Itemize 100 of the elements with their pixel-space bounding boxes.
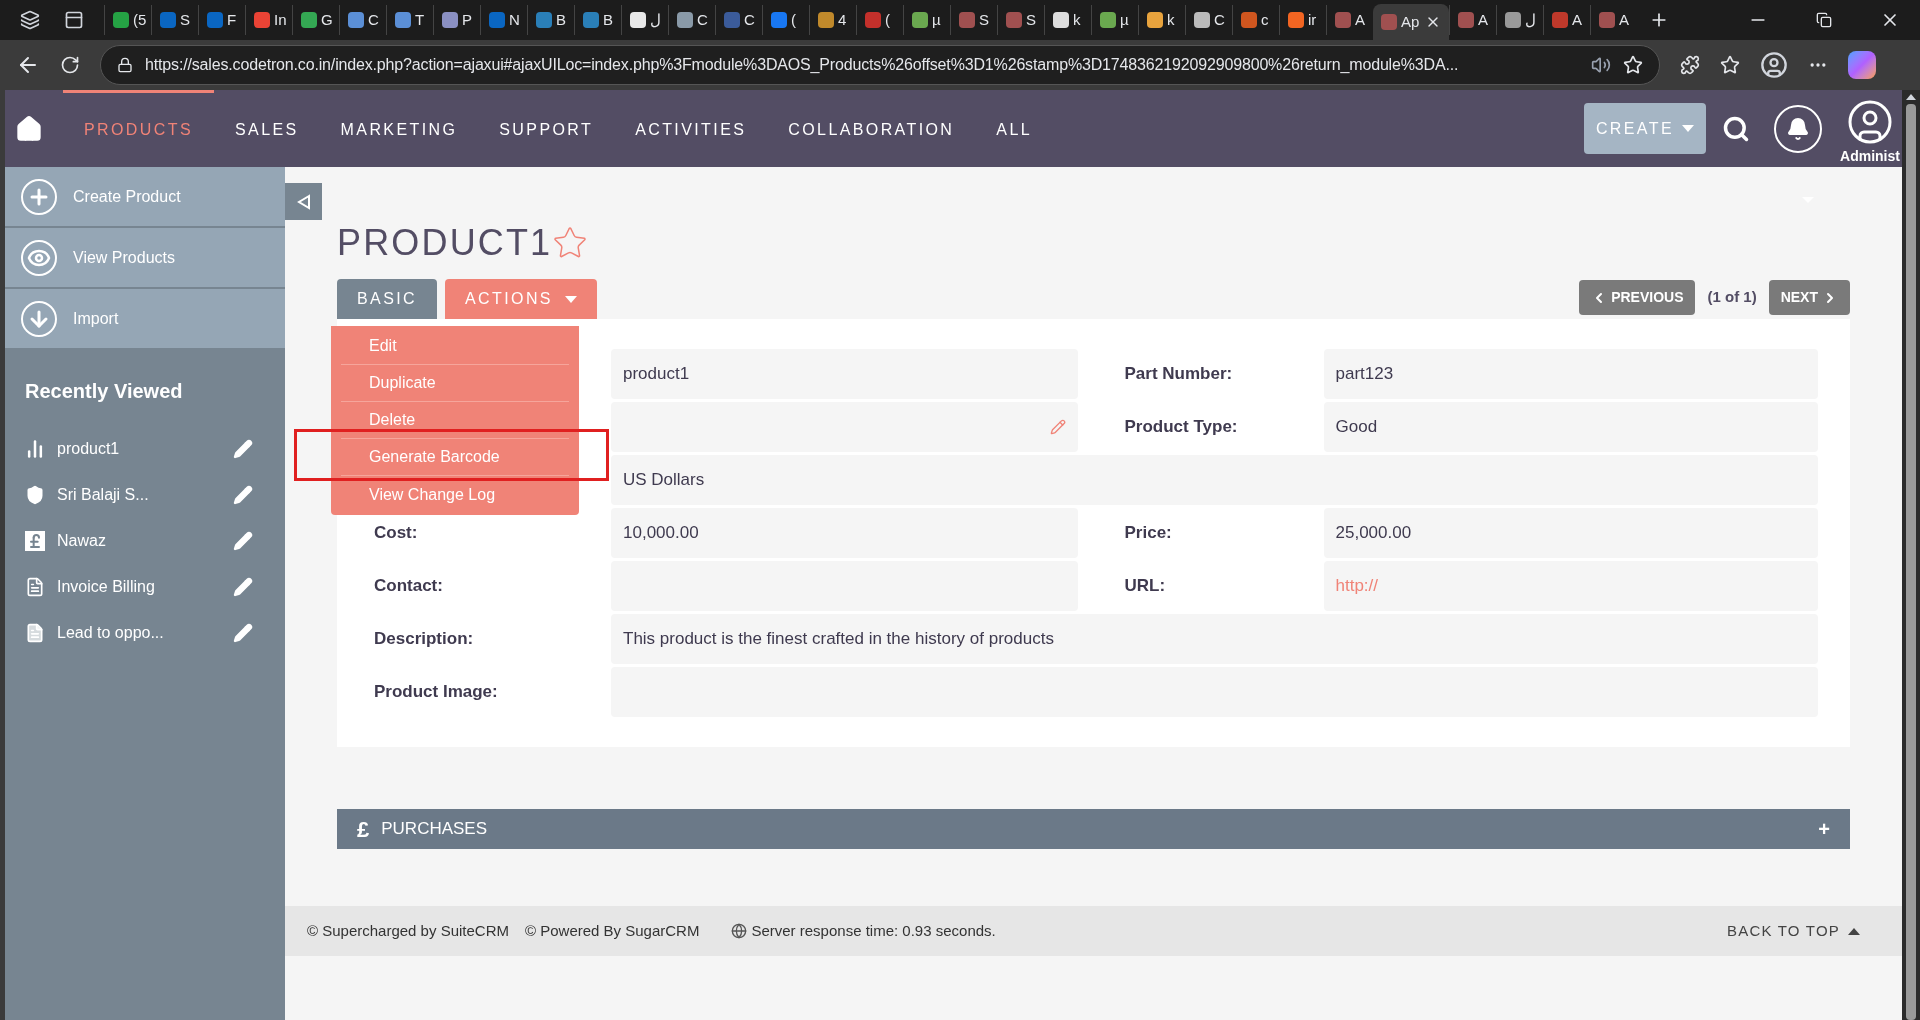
browser-tab[interactable]: A xyxy=(1449,5,1496,35)
browser-tab[interactable]: C xyxy=(1185,5,1232,35)
recent-item-link[interactable]: product1 xyxy=(57,437,120,461)
browser-tab[interactable]: B xyxy=(527,5,574,35)
browser-tab[interactable]: µ xyxy=(1091,5,1138,35)
back-to-top-link[interactable]: BACK TO TOP xyxy=(1727,919,1860,943)
eye-icon xyxy=(21,239,57,276)
browser-tab[interactable]: ( xyxy=(762,5,809,35)
next-button[interactable]: NEXT xyxy=(1768,280,1850,315)
field-label: Cost: xyxy=(374,522,418,545)
powered-by-text: © Powered By SugarCRM xyxy=(525,920,700,941)
pound-document-icon xyxy=(25,531,45,551)
browser-tab[interactable]: S xyxy=(950,5,997,35)
recently-viewed-heading: Recently Viewed xyxy=(25,379,184,404)
record-title: PRODUCT1 xyxy=(337,221,553,265)
reload-icon[interactable] xyxy=(60,55,80,75)
field-value: 10,000.00 xyxy=(611,508,1078,558)
bar-chart-icon xyxy=(25,439,45,459)
browser-tab[interactable]: P xyxy=(433,5,480,35)
field-label: Price: xyxy=(1124,522,1172,545)
caret-icon xyxy=(1682,125,1694,132)
browser-tab[interactable]: ل xyxy=(621,5,668,35)
response-time-text: Server response time: 0.93 seconds. xyxy=(751,920,996,941)
browser-tab[interactable]: T xyxy=(386,5,433,35)
recent-item-link[interactable]: Lead to oppo... xyxy=(57,621,164,645)
browser-tab[interactable]: F xyxy=(198,5,245,35)
browser-tab[interactable]: C xyxy=(715,5,762,35)
field-value: Good xyxy=(1323,402,1818,452)
caret-icon xyxy=(564,295,577,303)
field-value: part123 xyxy=(1323,349,1818,399)
read-aloud-icon[interactable] xyxy=(1591,55,1611,75)
nav-tab[interactable]: SALES xyxy=(214,90,320,167)
browser-tab[interactable]: B xyxy=(574,5,621,35)
nav-tab[interactable]: COLLABORATION xyxy=(767,90,976,167)
browser-tab[interactable]: A xyxy=(1326,5,1373,35)
nav-tab[interactable]: ACTIVITIES xyxy=(614,90,768,167)
purchases-subpanel-header[interactable]: £ PURCHASES + xyxy=(337,809,1850,849)
record-tab[interactable]: BASIC xyxy=(337,279,437,319)
search-icon[interactable] xyxy=(1722,114,1750,143)
notification-bell-icon[interactable] xyxy=(1774,104,1822,153)
field-label: Description: xyxy=(374,628,474,651)
favorite-star-icon[interactable] xyxy=(1623,55,1643,75)
browser-tab[interactable]: (5 xyxy=(104,5,151,35)
user-avatar-icon[interactable] xyxy=(1846,98,1894,146)
tab-actions-icon[interactable] xyxy=(64,10,84,30)
address-bar[interactable]: https://sales.codetron.co.in/index.php?action=ajaxui#ajaxUILoc=index.php%3Fmodule%3DAOS_Products%26offset%3D1%26stamp%3D1748362192092909800%26return_module%3DA... xyxy=(100,45,1660,85)
shield-icon xyxy=(25,485,45,505)
browser-tab[interactable]: N xyxy=(480,5,527,35)
browser-tab[interactable]: k xyxy=(1138,5,1185,35)
field-value: This product is the finest crafted in the history of products xyxy=(611,614,1818,664)
browser-tab[interactable]: Ap xyxy=(1373,4,1449,40)
browser-tab[interactable]: S xyxy=(151,5,198,35)
recent-item-link[interactable]: Sri Balaji S... xyxy=(57,483,149,507)
field-value: US Dollars xyxy=(611,455,1818,505)
field-value: product1 xyxy=(611,349,1078,399)
recent-item-link[interactable]: Nawaz xyxy=(57,529,106,553)
workspaces-icon[interactable] xyxy=(20,10,40,30)
subpanel-title: PURCHASES xyxy=(381,818,488,841)
browser-tab[interactable]: µ xyxy=(903,5,950,35)
home-icon[interactable] xyxy=(15,114,43,143)
browser-tab[interactable]: G xyxy=(292,5,339,35)
browser-tab[interactable]: C xyxy=(668,5,715,35)
browser-tab[interactable]: k xyxy=(1044,5,1091,35)
browser-tab[interactable]: ل xyxy=(1496,5,1543,35)
pound-icon: £ xyxy=(357,812,370,846)
document-icon xyxy=(25,623,45,643)
browser-tab[interactable]: S xyxy=(997,5,1044,35)
collapse-sidebar-button[interactable] xyxy=(285,183,322,220)
restore-icon[interactable] xyxy=(1816,12,1832,28)
globe-icon xyxy=(731,923,748,939)
browser-tab[interactable]: In xyxy=(245,5,292,35)
field-label: Product Type: xyxy=(1124,416,1238,439)
browser-tab[interactable]: A xyxy=(1590,5,1637,35)
user-name[interactable]: Administ xyxy=(1840,146,1900,167)
field-label: Contact: xyxy=(374,575,443,598)
browser-tab[interactable]: ir xyxy=(1279,5,1326,35)
field-label: URL: xyxy=(1124,575,1166,598)
supercharged-text: © Supercharged by SuiteCRM xyxy=(307,920,509,941)
record-count: (1 of 1) xyxy=(1707,287,1757,308)
browser-tab[interactable]: c xyxy=(1232,5,1279,35)
nav-tab[interactable]: ALL xyxy=(975,90,1053,167)
browser-tab[interactable]: 4 xyxy=(809,5,856,35)
recent-item-link[interactable]: Invoice Billing xyxy=(57,575,155,599)
collapse-triangle-icon xyxy=(295,193,312,210)
browser-tab[interactable]: ( xyxy=(856,5,903,35)
extensions-icon[interactable] xyxy=(1680,55,1700,75)
expand-plus-icon[interactable]: + xyxy=(1818,814,1830,844)
profile-icon[interactable] xyxy=(1760,51,1788,79)
browser-tab[interactable]: A xyxy=(1543,5,1590,35)
field-label: Product Image: xyxy=(374,681,498,704)
nav-tab[interactable]: MARKETING xyxy=(319,90,479,167)
previous-button[interactable]: PREVIOUS xyxy=(1579,280,1696,315)
nav-tab[interactable]: SUPPORT xyxy=(478,90,615,167)
pdf-file-icon xyxy=(25,577,45,597)
browser-tab[interactable]: C xyxy=(339,5,386,35)
favorites-icon[interactable] xyxy=(1720,55,1740,75)
copilot-icon[interactable] xyxy=(1848,51,1876,79)
field-label: Part Number: xyxy=(1124,363,1233,386)
lock-icon xyxy=(117,57,133,73)
field-value: 25,000.00 xyxy=(1323,508,1818,558)
